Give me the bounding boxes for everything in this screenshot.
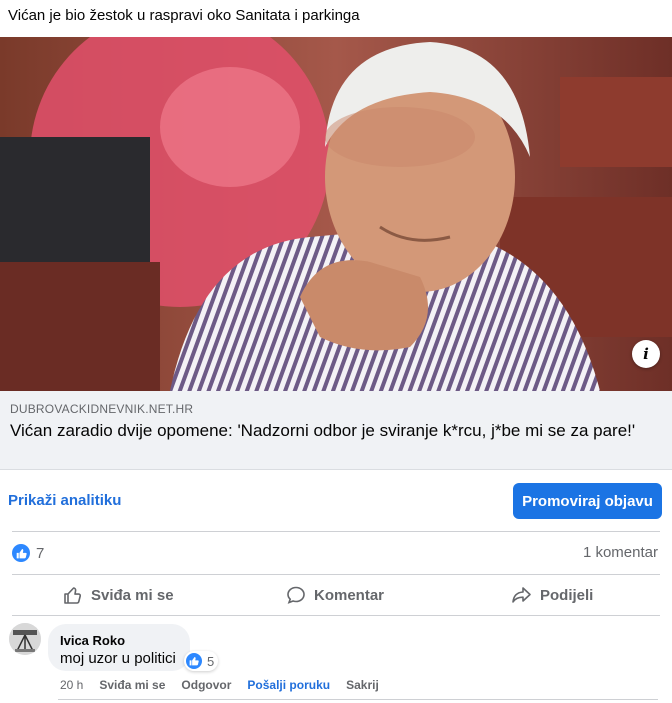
link-domain: DUBROVACKIDNEVNIK.NET.HR (10, 402, 194, 416)
like-label: Sviđa mi se (91, 586, 174, 604)
comment-author[interactable]: Ivica Roko (60, 633, 125, 648)
comment-bubble: Ivica Roko moj uzor u politici (48, 624, 190, 671)
divider (58, 699, 658, 700)
avatar[interactable] (9, 623, 41, 655)
post-text: Vićan je bio žestok u raspravi oko Sanit… (8, 7, 360, 24)
send-message-button[interactable]: Pošalji poruku (247, 678, 330, 692)
comment-count[interactable]: 1 komentar (583, 544, 658, 561)
reaction-count: 7 (36, 544, 45, 562)
link-title[interactable]: Vićan zaradio dvije opomene: 'Nadzorni o… (10, 420, 640, 442)
comment-actions: 20 h Sviđa mi se Odgovor Pošalji poruku … (60, 678, 395, 692)
like-button[interactable]: Sviđa mi se (63, 585, 174, 605)
comment-reaction-count: 5 (207, 653, 215, 669)
comment-label: Komentar (314, 586, 385, 604)
comment-time[interactable]: 20 h (60, 678, 83, 692)
link-preview-image[interactable] (0, 37, 672, 391)
comment-icon (287, 586, 305, 604)
comment-like-button[interactable]: Sviđa mi se (99, 678, 165, 692)
comment-button[interactable]: Komentar (286, 585, 384, 605)
info-icon[interactable]: i (632, 340, 660, 368)
comment-text: moj uzor u politici (60, 650, 176, 667)
show-analytics-link[interactable]: Prikaži analitiku (8, 492, 121, 509)
divider (12, 574, 660, 575)
like-icon (186, 653, 202, 669)
comment-reply-button[interactable]: Odgovor (181, 678, 231, 692)
share-icon (512, 587, 531, 603)
link-preview-meta[interactable]: DUBROVACKIDNEVNIK.NET.HR Vićan zaradio d… (0, 391, 672, 470)
comment-reaction-badge[interactable]: 5 (184, 651, 219, 671)
reaction-summary[interactable]: 7 (12, 544, 44, 562)
share-label: Podijeli (540, 586, 594, 604)
promote-post-button[interactable]: Promoviraj objavu (513, 483, 662, 519)
like-icon (12, 544, 30, 562)
thumbs-up-icon (64, 587, 82, 604)
hide-comment-button[interactable]: Sakrij (346, 678, 379, 692)
divider (12, 615, 660, 616)
share-button[interactable]: Podijeli (511, 585, 593, 605)
divider (12, 531, 660, 532)
